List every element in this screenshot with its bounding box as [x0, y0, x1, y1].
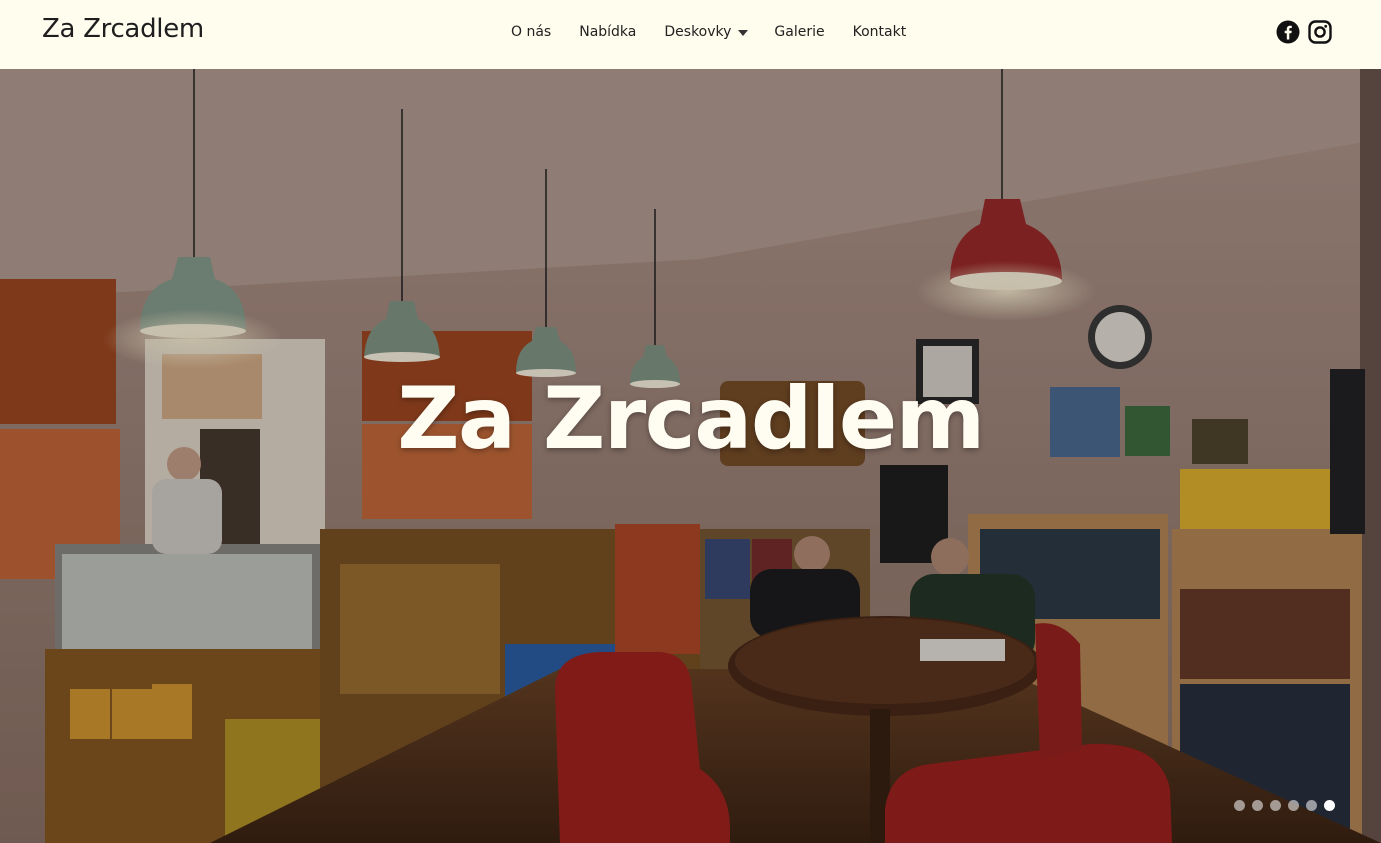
brand-logo-link[interactable]: Za Zrcadlem: [42, 14, 204, 44]
nav-item-deskovky-dropdown[interactable]: Deskovky: [664, 24, 749, 40]
slider-dot[interactable]: [1252, 800, 1263, 811]
site-header: Za Zrcadlem O nás Nabídka Deskovky Galer…: [0, 0, 1381, 69]
nav-item-nabidka[interactable]: Nabídka: [579, 24, 636, 40]
facebook-icon[interactable]: [1276, 20, 1300, 44]
main-nav: O nás Nabídka Deskovky Galerie Kontakt: [511, 24, 934, 40]
instagram-icon[interactable]: [1308, 20, 1332, 44]
slider-dot[interactable]: [1288, 800, 1299, 811]
nav-item-kontakt[interactable]: Kontakt: [853, 24, 907, 40]
slider-dot-active[interactable]: [1324, 800, 1335, 811]
slider-pagination: [1234, 800, 1335, 811]
social-links: [1276, 20, 1332, 44]
slider-dot[interactable]: [1270, 800, 1281, 811]
slider-dot[interactable]: [1234, 800, 1245, 811]
nav-item-deskovky[interactable]: Deskovky: [664, 24, 731, 40]
nav-item-galerie[interactable]: Galerie: [774, 24, 824, 40]
chevron-down-icon[interactable]: [738, 30, 749, 36]
hero-slider: Za Zrcadlem: [0, 69, 1381, 843]
hero-title: Za Zrcadlem: [397, 369, 985, 469]
slider-dot[interactable]: [1306, 800, 1317, 811]
nav-item-o-nas[interactable]: O nás: [511, 24, 551, 40]
